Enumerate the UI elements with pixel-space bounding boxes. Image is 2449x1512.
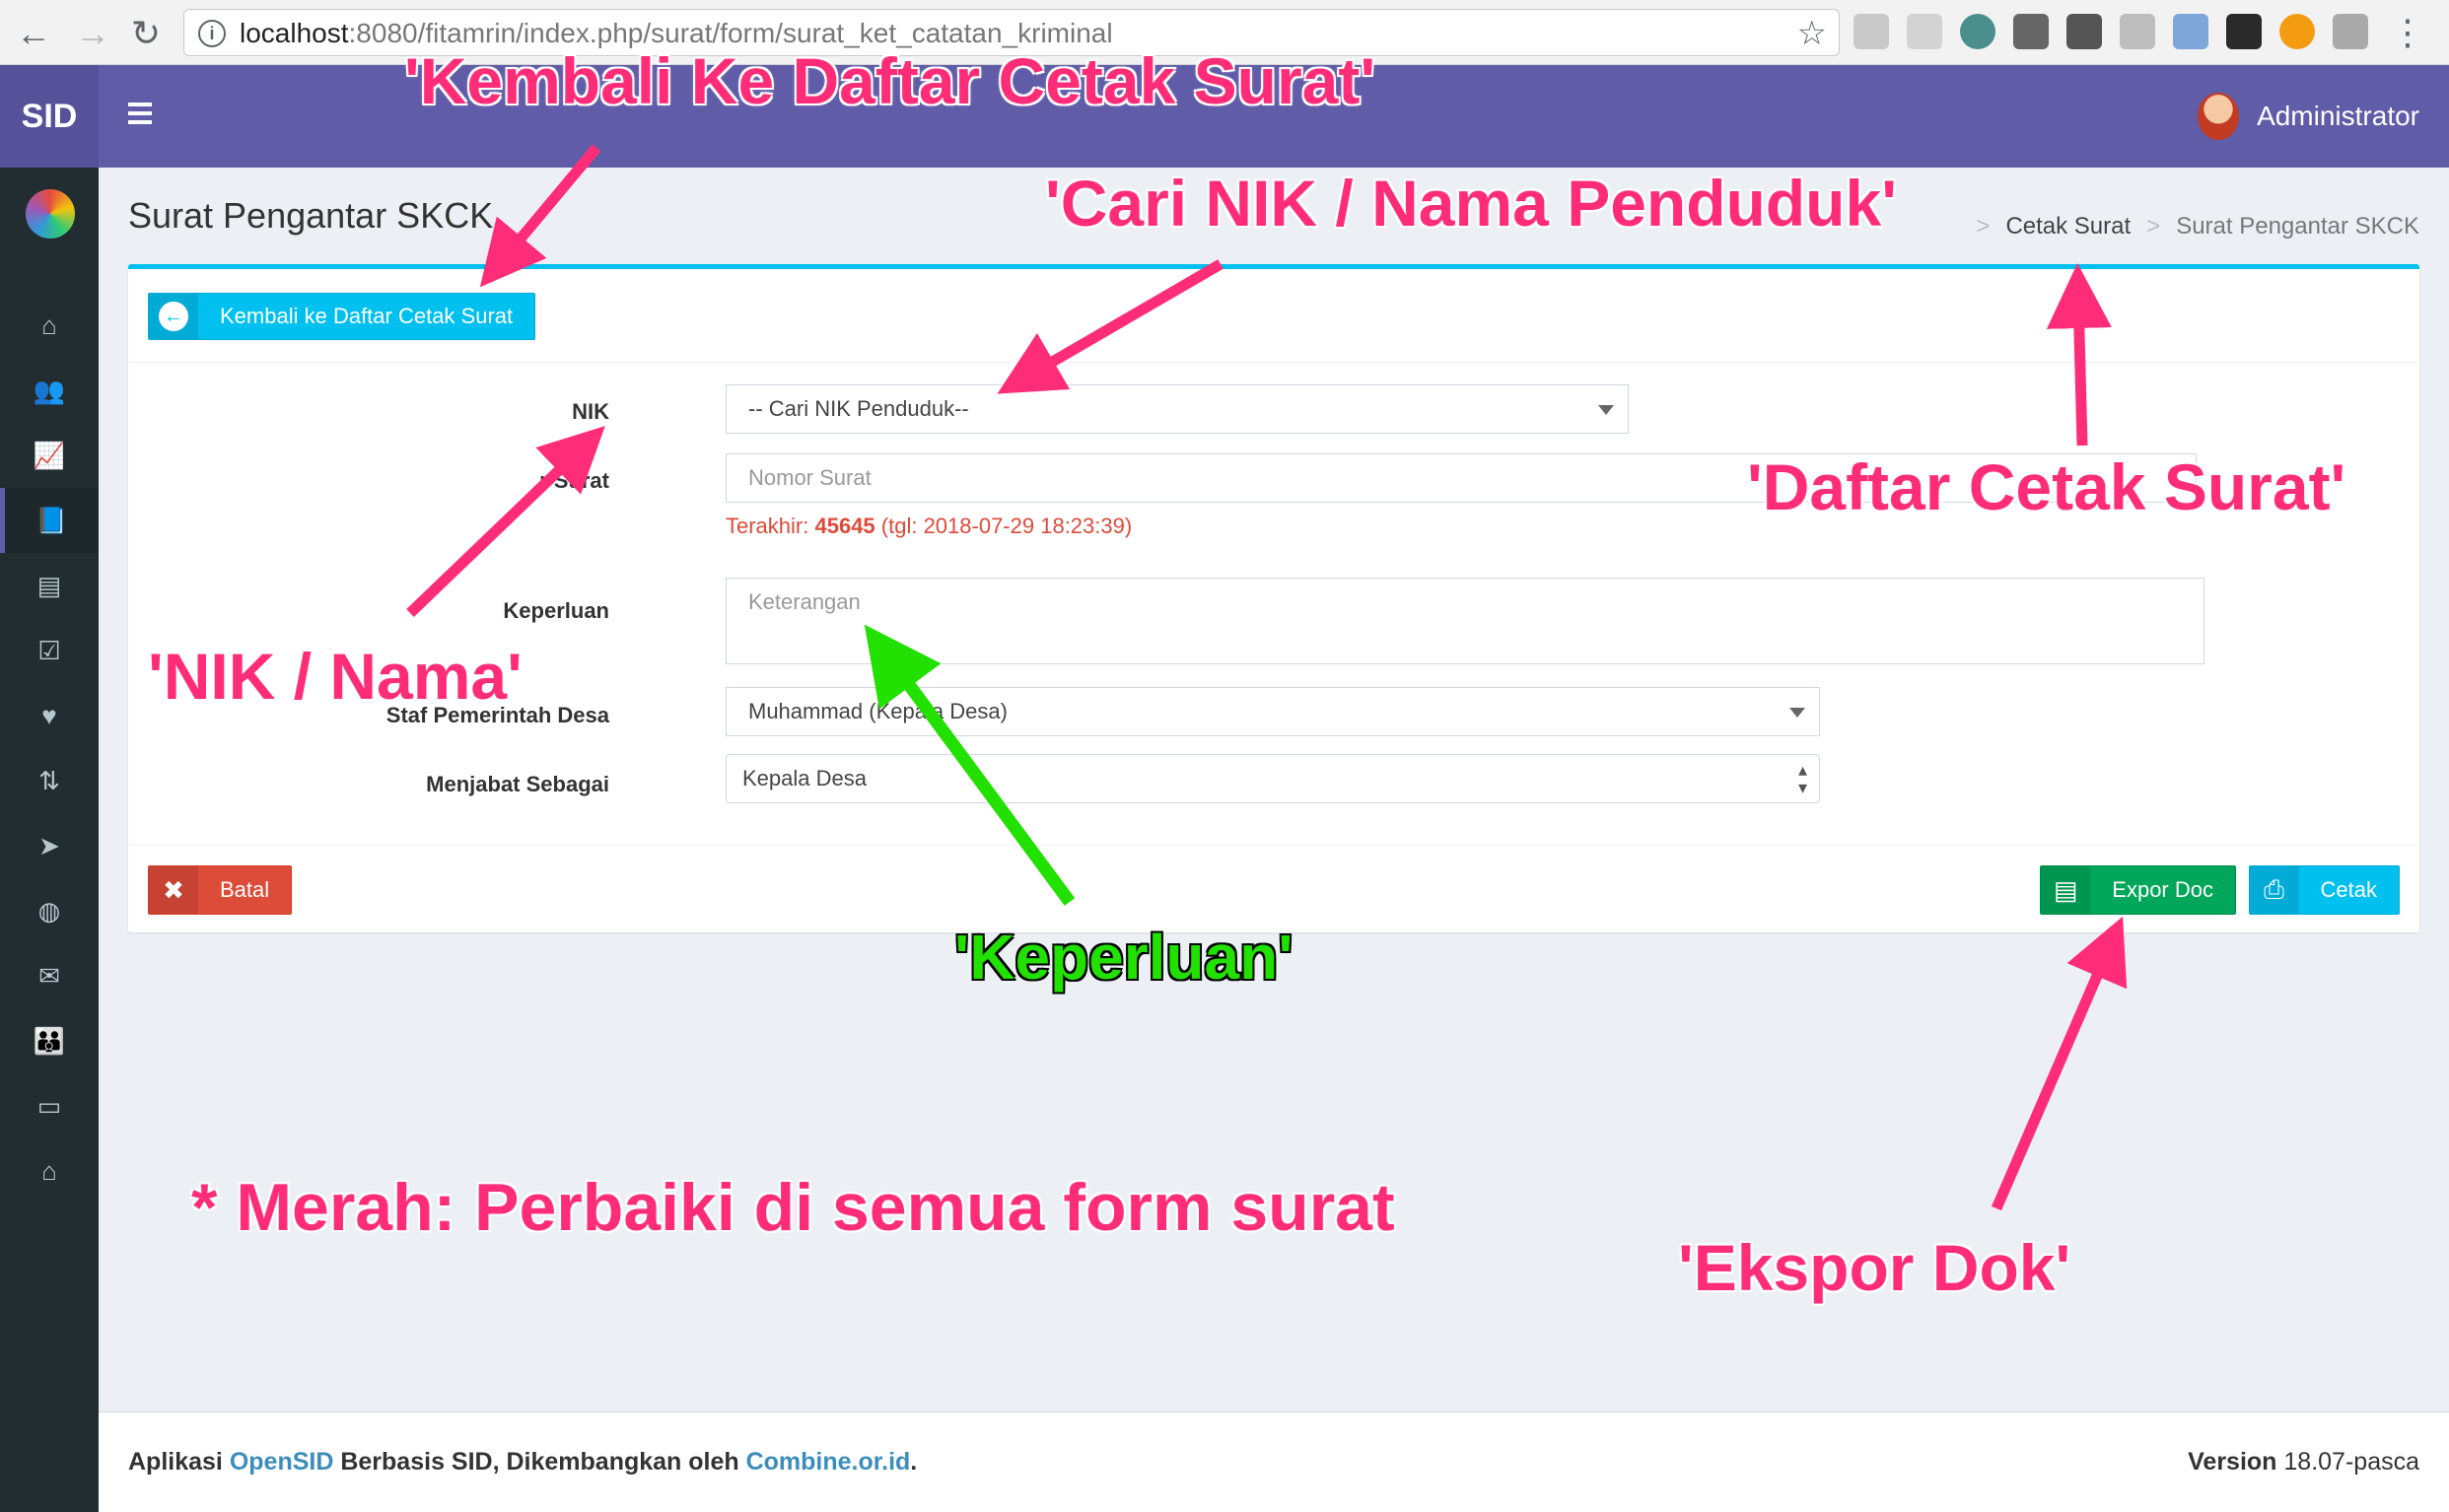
- opensid-link[interactable]: OpenSID: [230, 1448, 334, 1476]
- hamburger-menu-icon[interactable]: [128, 103, 152, 129]
- jabatan-select-value: Kepala Desa: [742, 766, 867, 790]
- extension-icon[interactable]: [1960, 14, 1995, 49]
- page-title: Surat Pengantar SKCK: [128, 195, 494, 236]
- footer-credits: Aplikasi OpenSID Berbasis SID, Dikembang…: [128, 1448, 918, 1476]
- info-icon[interactable]: i: [198, 20, 226, 47]
- forward-arrow-icon[interactable]: →: [73, 14, 112, 53]
- book-icon[interactable]: 📘: [0, 488, 99, 553]
- export-button-label: Expor Doc: [2112, 877, 2213, 902]
- footer-version: Version 18.07-pasca: [2188, 1448, 2419, 1476]
- avatar: [2198, 93, 2240, 140]
- export-doc-button[interactable]: ▤ Expor Doc: [2040, 865, 2236, 915]
- extension-icon[interactable]: [2333, 14, 2368, 49]
- keperluan-label: Keperluan: [503, 598, 609, 623]
- form-box: ← Kembali ke Daftar Cetak Surat NIK -- C…: [128, 264, 2419, 932]
- jabatan-label: Menjabat Sebagai: [426, 772, 609, 796]
- cancel-button-label: Batal: [220, 877, 270, 902]
- annotation-keperluan: 'Keperluan': [953, 921, 1294, 994]
- signpost-icon[interactable]: ⇅: [0, 748, 99, 813]
- sidebar: ⌂ 👥 📈 📘 ▤ ☑ ♥ ⇅ ➤ ◍ ✉ 👪 ▭ ⌂: [0, 168, 99, 1512]
- nik-select[interactable]: -- Cari NIK Penduduk--: [726, 384, 1629, 434]
- chart-icon[interactable]: 📈: [0, 423, 99, 488]
- close-icon: ✖: [149, 866, 198, 914]
- page-footer: Aplikasi OpenSID Berbasis SID, Dikembang…: [99, 1411, 2449, 1512]
- extension-icon[interactable]: [2173, 14, 2208, 49]
- extension-icon[interactable]: [2226, 14, 2262, 49]
- printer-icon: ⎙: [2249, 866, 2299, 914]
- nik-label: NIK: [572, 399, 609, 424]
- globe-icon[interactable]: ◍: [0, 878, 99, 943]
- annotation-kembali: 'Kembali Ke Daftar Cetak Surat': [403, 43, 1376, 118]
- updown-icon: ▴ ▾: [1797, 760, 1807, 797]
- extension-icon[interactable]: [2120, 14, 2155, 49]
- breadcrumb-separator: >: [2146, 213, 2161, 240]
- print-button-label: Cetak: [2320, 877, 2377, 902]
- app-logo[interactable]: SID: [0, 65, 99, 168]
- file-icon: ▤: [2041, 866, 2091, 914]
- location-arrow-icon[interactable]: ➤: [0, 813, 99, 878]
- home-icon[interactable]: ⌂: [0, 293, 99, 358]
- extension-icon[interactable]: [1854, 14, 1889, 49]
- breadcrumb-cetak-surat[interactable]: Cetak Surat: [2005, 213, 2131, 241]
- back-arrow-icon[interactable]: ←: [14, 14, 53, 53]
- extension-icons: [1854, 14, 2368, 53]
- nomor-surat-label: r Surat: [539, 468, 609, 493]
- users-icon[interactable]: 👥: [0, 358, 99, 423]
- bookmark-star-icon[interactable]: ☆: [1797, 14, 1827, 53]
- back-button-label: Kembali ke Daftar Cetak Surat: [220, 304, 514, 328]
- group-icon[interactable]: 👪: [0, 1008, 99, 1073]
- back-to-list-button[interactable]: ← Kembali ke Daftar Cetak Surat: [148, 293, 536, 340]
- combine-link[interactable]: Combine.or.id: [746, 1448, 911, 1476]
- chevron-down-icon: [1789, 708, 1805, 718]
- annotation-nik-nama: 'NIK / Nama': [147, 639, 524, 714]
- breadcrumb-separator: >: [1976, 213, 1991, 240]
- user-menu[interactable]: Administrator: [2198, 93, 2419, 140]
- last-number-hint: Terakhir: 45645 (tgl: 2018-07-29 18:23:3…: [726, 514, 1133, 538]
- village-logo-icon: [26, 189, 75, 239]
- extension-icon[interactable]: [2279, 14, 2315, 49]
- inbox-icon[interactable]: ⌂: [0, 1138, 99, 1203]
- keperluan-textarea[interactable]: Keterangan: [726, 578, 2204, 664]
- print-button[interactable]: ⎙ Cetak: [2248, 865, 2400, 915]
- arrow-circle-left-icon: ←: [149, 294, 198, 339]
- browser-menu-icon[interactable]: ⋮: [2390, 12, 2425, 53]
- user-name: Administrator: [2257, 101, 2419, 131]
- checkbox-icon[interactable]: ☑: [0, 618, 99, 683]
- breadcrumb: > Cetak Surat > Surat Pengantar SKCK: [1976, 213, 2419, 241]
- annotation-cari-nik: 'Cari NIK / Nama Penduduk': [1044, 166, 1898, 241]
- jabatan-select[interactable]: Kepala Desa ▴ ▾: [726, 754, 1820, 803]
- heart-icon[interactable]: ♥: [0, 683, 99, 748]
- extension-icon[interactable]: [2013, 14, 2049, 49]
- annotation-daftar-cetak: 'Daftar Cetak Surat': [1746, 449, 2346, 524]
- staf-select-value: Muhammad (Kepala Desa): [748, 699, 1008, 723]
- envelope-icon[interactable]: ✉: [0, 943, 99, 1008]
- box-header: ← Kembali ke Daftar Cetak Surat: [128, 269, 2419, 363]
- cancel-button[interactable]: ✖ Batal: [148, 865, 293, 915]
- breadcrumb-current: Surat Pengantar SKCK: [2176, 213, 2419, 240]
- staf-select[interactable]: Muhammad (Kepala Desa): [726, 687, 1820, 736]
- reload-icon[interactable]: ↻: [126, 14, 166, 53]
- extension-icon[interactable]: [2066, 14, 2102, 49]
- archive-icon[interactable]: ▤: [0, 553, 99, 618]
- desktop-icon[interactable]: ▭: [0, 1073, 99, 1138]
- extension-icon[interactable]: [1907, 14, 1942, 49]
- nik-select-value: -- Cari NIK Penduduk--: [748, 396, 969, 421]
- arrow-to-export-button: [1991, 916, 2128, 1211]
- annotation-ekspor: 'Ekspor Dok': [1677, 1230, 2071, 1305]
- annotation-merah: * Merah: Perbaiki di semua form surat: [190, 1169, 1396, 1246]
- chevron-down-icon: [1598, 405, 1614, 415]
